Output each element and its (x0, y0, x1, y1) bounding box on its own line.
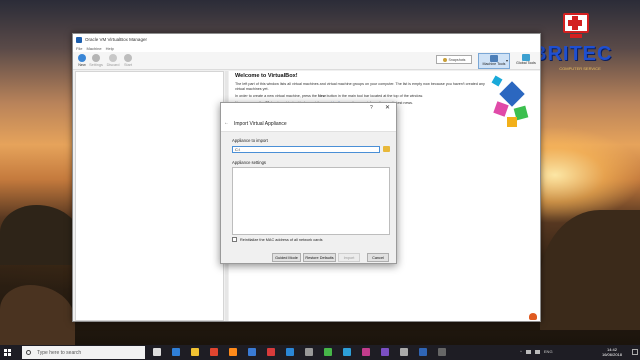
illustration-cube (493, 101, 509, 117)
store-icon[interactable] (286, 348, 294, 356)
main-toolbar: New Settings Discard Start Snapshots Mac… (73, 52, 540, 70)
chevron-down-icon[interactable]: ▾ (506, 58, 508, 63)
language-indicator[interactable]: ENG (544, 349, 553, 354)
app-icon-gray[interactable] (400, 348, 408, 356)
dialog-title: Import Virtual Appliance (234, 121, 287, 127)
windows-start-icon[interactable] (4, 349, 11, 356)
discard-button[interactable]: Discard (105, 54, 121, 67)
close-icon[interactable]: ✕ (385, 104, 390, 111)
camera-icon (442, 57, 447, 62)
appliance-settings-list[interactable] (232, 167, 390, 235)
dialog-header: ← Import Virtual Appliance (221, 114, 396, 132)
appliance-to-import-label: Appliance to import (232, 138, 268, 143)
search-icon (26, 350, 31, 355)
illustration-cube (491, 75, 503, 87)
reinit-mac-checkbox[interactable] (232, 237, 237, 242)
reinit-mac-label: Reinitialize the MAC address of all netw… (240, 237, 323, 242)
back-arrow-icon[interactable]: ← (224, 120, 229, 126)
restore-defaults-button[interactable]: Restore Defaults (303, 253, 336, 262)
folder-icon[interactable] (383, 146, 390, 152)
taskbar: Type here to search ^ ENG 14:42 16/06/20… (0, 345, 640, 360)
appliance-file-input[interactable]: C:\ (232, 146, 380, 153)
global-tools-label: Global Tools (516, 61, 536, 65)
menu-help[interactable]: Help (106, 46, 114, 51)
app-icon-dark[interactable] (438, 348, 446, 356)
illustration-cube (507, 117, 517, 127)
discard-icon (109, 54, 117, 62)
virtualbox-icon[interactable] (419, 348, 427, 356)
vm-list-panel[interactable] (75, 71, 224, 321)
window-title: Oracle VM VirtualBox Manager (85, 37, 147, 42)
start-label: Start (123, 63, 133, 67)
virtualbox-status-icon (529, 313, 537, 320)
search-placeholder: Type here to search (37, 349, 82, 356)
welcome-cubes-illustration (491, 73, 533, 131)
camtasia-icon[interactable] (324, 348, 332, 356)
machine-tools-label: Machine Tools (482, 62, 506, 66)
import-appliance-dialog: ? ✕ ← Import Virtual Appliance Appliance… (220, 102, 397, 264)
photoshop-icon[interactable] (343, 348, 351, 356)
logo-cross (568, 20, 582, 26)
mail-icon[interactable] (248, 348, 256, 356)
file-explorer-icon[interactable] (191, 348, 199, 356)
snapshots-label: Snapshots (448, 57, 466, 62)
app-icon-magenta[interactable] (362, 348, 370, 356)
menu-file[interactable]: File (76, 46, 82, 51)
settings-button[interactable]: Settings (88, 54, 104, 67)
global-tools-icon (522, 54, 530, 61)
logo-tagline: COMPUTER SERVICE (559, 66, 601, 71)
firefox-icon[interactable] (229, 348, 237, 356)
volume-icon[interactable] (534, 349, 540, 354)
virtualbox-app-icon (76, 36, 82, 43)
notifications-icon[interactable] (632, 349, 638, 355)
task-view-icon[interactable] (153, 348, 161, 356)
settings-icon[interactable] (305, 348, 313, 356)
new-icon (78, 54, 86, 62)
taskbar-clock[interactable]: 14:42 16/06/2018 (594, 347, 630, 357)
settings-label: Settings (89, 63, 103, 67)
appliance-settings-label: Appliance settings (232, 160, 266, 165)
taskbar-search-box[interactable]: Type here to search (22, 346, 145, 359)
guided-mode-button[interactable]: Guided Mode (272, 253, 301, 262)
snapshots-button[interactable]: Snapshots (436, 55, 472, 64)
menu-machine[interactable]: Machine (86, 46, 101, 51)
clock-date: 16/06/2018 (601, 352, 623, 357)
visualstudio-icon[interactable] (381, 348, 389, 356)
import-button[interactable]: Import (338, 253, 360, 262)
welcome-p2-bold: New (318, 94, 326, 98)
start-arrow-icon (124, 54, 132, 62)
global-tools-button[interactable]: Global Tools (513, 53, 539, 69)
discard-label: Discard (106, 63, 120, 67)
media-icon[interactable] (267, 348, 275, 356)
cancel-button[interactable]: Cancel (367, 253, 389, 262)
system-tray: ^ ENG (520, 349, 559, 354)
welcome-paragraph-2: In order to create a new virtual machine… (235, 94, 495, 99)
logo-stand (570, 34, 582, 38)
reinit-mac-row[interactable]: Reinitialize the MAC address of all netw… (232, 237, 323, 242)
network-icon[interactable] (525, 349, 531, 354)
britec-logo: BRITEC COMPUTER SERVICE (530, 10, 630, 72)
menubar: File Machine Help (73, 45, 540, 52)
welcome-p2-text: button in the main tool bar located at t… (325, 94, 423, 98)
welcome-p2-text: In order to create a new virtual machine… (235, 94, 319, 98)
window-titlebar[interactable]: Oracle VM VirtualBox Manager (73, 34, 540, 45)
chrome-icon[interactable] (210, 348, 218, 356)
machine-tools-icon (490, 55, 498, 62)
tray-chevron-up-icon[interactable]: ^ (520, 349, 522, 354)
gear-icon (92, 54, 100, 62)
welcome-paragraph-1: The left part of this window lists all v… (235, 82, 485, 91)
machine-tools-button[interactable]: Machine Tools ▾ (478, 53, 510, 69)
welcome-title: Welcome to VirtualBox! (235, 73, 298, 79)
help-button[interactable]: ? (370, 105, 373, 111)
logo-text: BRITEC (532, 43, 613, 65)
start-button[interactable]: Start (120, 54, 136, 67)
dialog-titlebar[interactable]: ? ✕ (221, 103, 396, 114)
edge-icon[interactable] (172, 348, 180, 356)
